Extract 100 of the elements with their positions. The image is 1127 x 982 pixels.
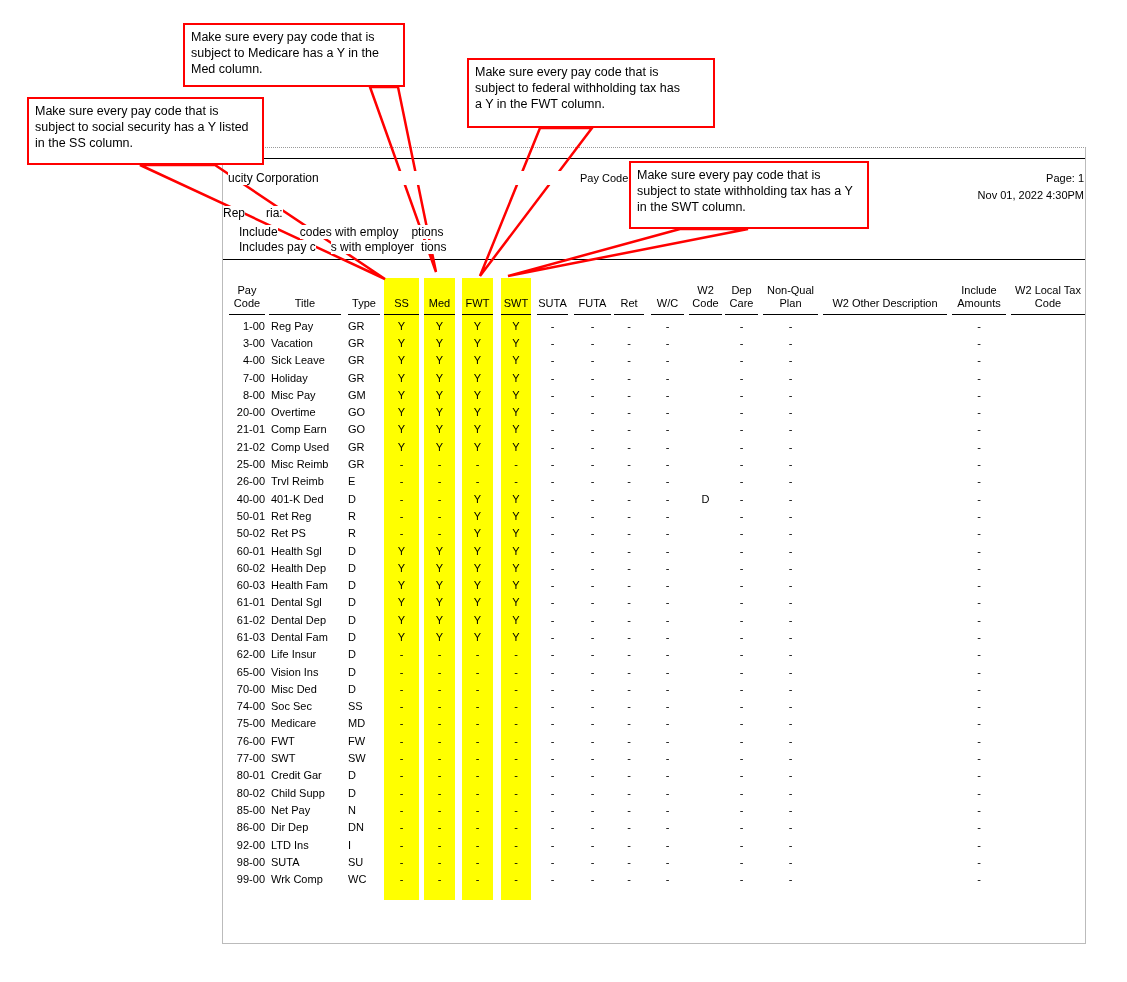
- table-cell: -: [475, 734, 480, 747]
- table-cell: -: [627, 371, 631, 384]
- table-cell: -: [550, 717, 555, 730]
- table-cell: Y: [473, 388, 482, 401]
- table-cell: D: [701, 492, 710, 505]
- table-cell: -: [514, 700, 518, 713]
- table-cell: -: [475, 682, 480, 695]
- table-cell: -: [590, 509, 595, 522]
- table-cell: GR: [348, 458, 365, 470]
- table-cell: -: [514, 458, 518, 470]
- table-cell: -: [437, 873, 442, 886]
- table-cell: -: [590, 596, 595, 609]
- table-cell: Y: [435, 579, 444, 592]
- table-cell: Y: [473, 336, 482, 349]
- table-cell: I: [348, 838, 352, 851]
- table-cell: R: [348, 509, 356, 522]
- table-cell: FWT: [271, 734, 295, 747]
- table-cell: Y: [397, 613, 406, 626]
- table-cell: Y: [397, 544, 406, 557]
- criteria-text: s with employer: [330, 240, 415, 254]
- table-cell: -: [788, 769, 793, 782]
- table-cell: -: [627, 613, 631, 626]
- table-cell: Y: [512, 596, 520, 609]
- table-cell: GR: [348, 336, 365, 349]
- table-cell: -: [977, 648, 981, 661]
- column-header: FUTA: [574, 281, 611, 315]
- table-cell: -: [977, 821, 981, 834]
- table-cell: Y: [512, 440, 520, 453]
- table-cell: Y: [512, 527, 520, 540]
- table-cell: Dental Dep: [271, 613, 327, 626]
- table-cell: -: [739, 561, 744, 574]
- table-cell: -: [977, 319, 981, 332]
- table-cell: -: [399, 838, 404, 851]
- table-cell: -: [739, 423, 744, 436]
- table-cell: -: [739, 596, 744, 609]
- table-cell: D: [348, 492, 356, 505]
- table-cell: -: [739, 509, 744, 522]
- table-cell: -: [437, 821, 442, 834]
- table-cell: Y: [473, 527, 482, 540]
- table-cell: -: [399, 527, 404, 540]
- table-cell: Y: [435, 596, 444, 609]
- table-cell: -: [788, 631, 793, 643]
- table-cell: Y: [512, 579, 520, 592]
- table-cell: 61-03: [236, 631, 265, 643]
- table-cell: Y: [512, 406, 520, 419]
- table-cell: Health Fam: [271, 579, 328, 592]
- table-cell: Y: [397, 336, 406, 349]
- table-cell: WC: [348, 873, 367, 886]
- table-cell: -: [977, 475, 981, 488]
- table-cell: 26-00: [236, 475, 265, 488]
- table-cell: -: [739, 717, 744, 730]
- table-cell: -: [437, 475, 442, 488]
- table-cell: SS: [348, 700, 363, 713]
- table-cell: R: [348, 527, 356, 540]
- table-cell: -: [977, 423, 981, 436]
- table-cell: -: [788, 717, 793, 730]
- table-cell: -: [627, 838, 631, 851]
- table-cell: -: [739, 371, 744, 384]
- table-cell: Y: [435, 336, 444, 349]
- page-number: Page: 1: [1046, 171, 1084, 184]
- table-cell: -: [739, 838, 744, 851]
- table-cell: -: [977, 406, 981, 419]
- table-cell: -: [627, 336, 631, 349]
- table-cell: -: [665, 336, 670, 349]
- table-cell: 85-00: [236, 803, 265, 816]
- table-cell: D: [348, 613, 356, 626]
- table-cell: -: [665, 371, 670, 384]
- table-cell: -: [437, 492, 442, 505]
- table-cell: -: [550, 544, 555, 557]
- table-cell: 25-00: [236, 458, 265, 470]
- table-cell: Y: [397, 579, 406, 592]
- table-cell: -: [475, 838, 480, 851]
- table-cell: GR: [348, 319, 365, 332]
- table-cell: -: [550, 596, 555, 609]
- table-cell: -: [550, 336, 555, 349]
- table-cell: -: [788, 458, 793, 470]
- table-cell: -: [977, 509, 981, 522]
- table-cell: -: [788, 544, 793, 557]
- table-cell: -: [514, 665, 518, 678]
- table-cell: D: [348, 665, 356, 678]
- table-cell: -: [437, 509, 442, 522]
- table-cell: -: [550, 752, 555, 765]
- table-cell: MD: [348, 717, 366, 730]
- table-cell: D: [348, 786, 356, 799]
- table-cell: D: [348, 648, 356, 661]
- table-cell: -: [788, 613, 793, 626]
- table-cell: -: [627, 821, 631, 834]
- table-cell: -: [627, 440, 631, 453]
- table-cell: SWT: [271, 752, 296, 765]
- table-cell: -: [550, 509, 555, 522]
- table-cell: D: [348, 579, 356, 592]
- table-cell: Sick Leave: [271, 354, 325, 367]
- table-cell: Wrk Comp: [271, 873, 323, 886]
- table-cell: -: [739, 613, 744, 626]
- table-cell: Reg Pay: [271, 319, 314, 332]
- column-header: Dep Care: [725, 281, 758, 315]
- table-cell: -: [665, 752, 670, 765]
- table-cell: -: [627, 769, 631, 782]
- table-cell: -: [977, 665, 981, 678]
- table-cell: -: [627, 700, 631, 713]
